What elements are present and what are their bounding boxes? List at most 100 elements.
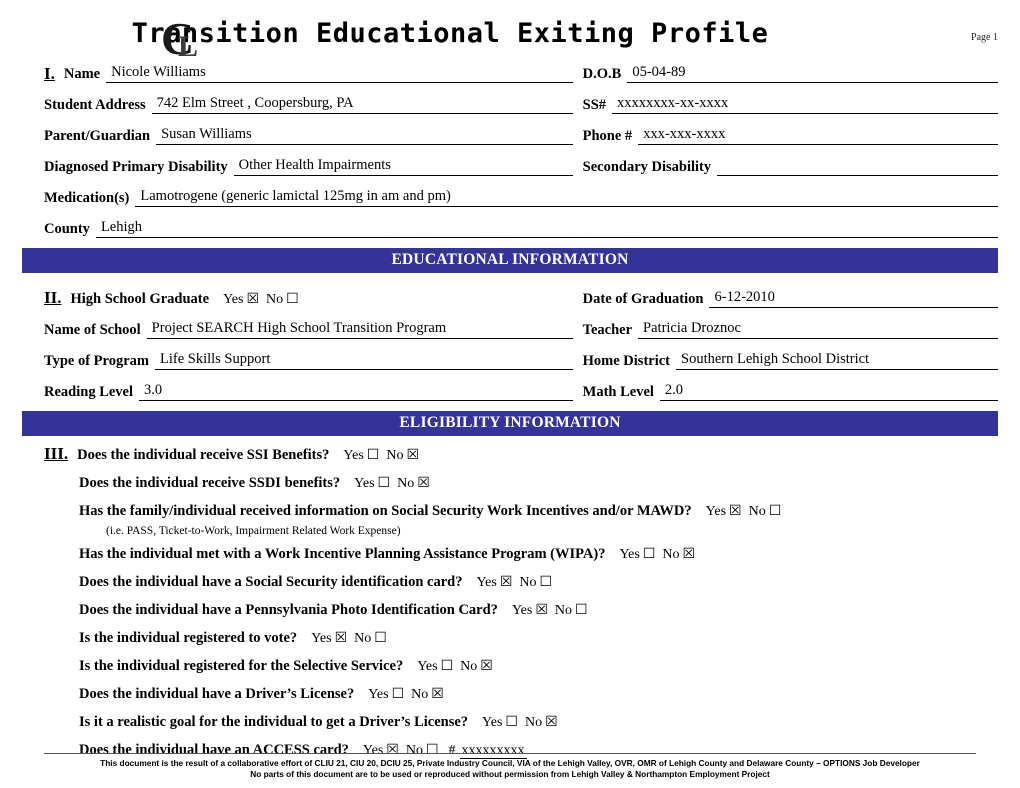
no-label: No (386, 448, 404, 463)
educational-information-bar: EDUCATIONAL INFORMATION (22, 248, 998, 273)
student-address-label: Student Address (44, 97, 146, 113)
teacher-label: Teacher (582, 322, 633, 338)
question-text: Is the individual registered to vote? (79, 630, 298, 646)
ssn-field[interactable]: xxxxxxxx-xx-xxxx (612, 94, 998, 114)
row-disabilities: Diagnosed Primary Disability Other Healt… (44, 155, 998, 176)
yes-checkbox[interactable]: ☐ (505, 714, 518, 730)
hs-graduate-no-checkbox[interactable]: ☐ (286, 291, 299, 307)
eligibility-question-5: Does the individual have a Social Securi… (44, 574, 998, 591)
yes-label: Yes (482, 715, 503, 730)
page-title: Transition Educational Exiting Profile (131, 18, 769, 49)
eligibility-information-bar: ELIGIBILITY INFORMATION (22, 411, 998, 436)
math-level-field[interactable]: 2.0 (659, 381, 998, 401)
no-checkbox[interactable]: ☒ (417, 475, 430, 491)
yes-label: Yes (311, 631, 332, 646)
eligibility-question-1: III. Does the individual receive SSI Bene… (44, 445, 998, 464)
yes-no-choices: Yes ☐ No ☒ (354, 475, 430, 492)
no-checkbox[interactable]: ☐ (374, 630, 387, 646)
eligibility-question-6: Does the individual have a Pennsylvania … (44, 602, 998, 619)
ssn-label: SS# (582, 97, 607, 113)
question-text: Does the individual have a Pennsylvania … (79, 602, 498, 618)
parent-guardian-label: Parent/Guardian (44, 128, 151, 144)
yes-label: Yes (511, 603, 533, 618)
yes-no-choices: Yes ☒ No ☐ (512, 602, 588, 619)
school-name-field[interactable]: Project SEARCH High School Transition Pr… (146, 319, 573, 339)
medication-field[interactable]: Lamotrogene (generic lamictal 125mg in a… (135, 187, 998, 207)
no-checkbox[interactable]: ☒ (545, 714, 558, 730)
reading-level-label: Reading Level (44, 384, 134, 400)
question-text: Does the individual receive SSDI benefit… (79, 475, 341, 491)
yes-checkbox[interactable]: ☒ (535, 602, 548, 618)
row-program-district: Type of Program Life Skills Support Home… (44, 349, 998, 370)
no-label: No (354, 631, 372, 646)
primary-disability-label: Diagnosed Primary Disability (44, 159, 228, 175)
no-label: No (524, 715, 543, 730)
yes-label: Yes (476, 575, 497, 590)
graduation-date-field[interactable]: 6-12-2010 (709, 288, 998, 308)
teacher-field[interactable]: Patricia Droznoc (638, 319, 998, 339)
no-label: No (460, 659, 478, 674)
phone-label: Phone # (582, 128, 633, 144)
yes-label: Yes (343, 448, 364, 463)
no-checkbox[interactable]: ☒ (431, 686, 444, 702)
county-field[interactable]: Lehigh (95, 218, 998, 238)
yes-checkbox[interactable]: ☒ (500, 574, 513, 590)
yes-checkbox[interactable]: ☐ (378, 475, 391, 491)
eligibility-question-3: Has the family/individual received infor… (44, 503, 998, 520)
program-type-field[interactable]: Life Skills Support (154, 350, 573, 370)
no-label: No (397, 476, 415, 491)
secondary-disability-field[interactable] (717, 174, 998, 176)
footer-line-1: This document is the result of a collabo… (100, 758, 920, 768)
reading-level-field[interactable]: 3.0 (139, 381, 573, 401)
medication-label: Medication(s) (44, 190, 130, 206)
yes-no-choices: Yes ☐ No ☒ (343, 447, 419, 464)
home-district-field[interactable]: Southern Lehigh School District (676, 350, 998, 370)
yes-checkbox[interactable]: ☐ (367, 447, 380, 463)
row-hs-graduate: II. High School Graduate Yes ☒ No ☐ Date of… (44, 287, 998, 308)
name-field[interactable]: Nicole Williams (106, 63, 573, 83)
no-checkbox[interactable]: ☒ (683, 546, 696, 562)
home-district-label: Home District (582, 353, 671, 369)
question-text: Is it a realistic goal for the individua… (79, 714, 469, 730)
svg-text:L: L (178, 30, 198, 62)
name-label: Name (63, 66, 101, 82)
hs-graduate-no-label: No (266, 292, 284, 307)
yes-checkbox[interactable]: ☐ (643, 546, 656, 562)
row-parent-phone: Parent/Guardian Susan Williams Phone # x… (44, 124, 998, 145)
no-label: No (411, 687, 429, 702)
hs-graduate-yes-checkbox[interactable]: ☒ (246, 291, 259, 307)
no-checkbox[interactable]: ☐ (769, 503, 782, 519)
row-address-ssn: Student Address 742 Elm Street , Coopers… (44, 93, 998, 114)
no-checkbox[interactable]: ☒ (406, 447, 419, 463)
no-checkbox[interactable]: ☐ (575, 602, 588, 618)
no-label: No (748, 504, 766, 519)
parent-guardian-field[interactable]: Susan Williams (156, 125, 573, 145)
eligibility-question-10: Is it a realistic goal for the individua… (44, 714, 998, 731)
no-label: No (519, 575, 537, 590)
identification-section: I. Name Nicole Williams D.O.B 05-04-89 S… (0, 62, 1020, 238)
eligibility-question-9: Does the individual have a Driver’s Lice… (44, 686, 998, 703)
phone-field[interactable]: xxx-xxx-xxxx (638, 125, 998, 145)
county-label: County (44, 221, 90, 237)
yes-checkbox[interactable]: ☒ (335, 630, 348, 646)
row-reading-math: Reading Level 3.0 Math Level 2.0 (44, 380, 998, 401)
cl-monogram-logo: C L (160, 12, 216, 64)
no-checkbox[interactable]: ☒ (480, 658, 493, 674)
yes-checkbox[interactable]: ☐ (392, 686, 405, 702)
dob-field[interactable]: 05-04-89 (627, 63, 998, 83)
yes-no-choices: Yes ☐ No ☒ (482, 714, 558, 731)
no-checkbox[interactable]: ☐ (540, 574, 553, 590)
yes-checkbox[interactable]: ☐ (441, 658, 454, 674)
program-type-label: Type of Program (44, 353, 149, 369)
row-name-dob: I. Name Nicole Williams D.O.B 05-04-89 (44, 62, 998, 83)
yes-label: Yes (705, 504, 727, 519)
student-address-field[interactable]: 742 Elm Street , Coopersburg, PA (151, 94, 573, 114)
question-text: Has the family/individual received infor… (79, 503, 692, 519)
yes-checkbox[interactable]: ☒ (729, 503, 742, 519)
yes-no-choices: Yes ☒ No ☐ (706, 503, 782, 520)
primary-disability-field[interactable]: Other Health Impairments (233, 156, 573, 176)
yes-label: Yes (368, 687, 389, 702)
document-header: C L Transition Educational Exiting Profi… (0, 0, 1020, 64)
educational-section: II. High School Graduate Yes ☒ No ☐ Date of… (0, 287, 1020, 401)
question-text: Does the individual receive SSI Benefits… (77, 447, 330, 463)
